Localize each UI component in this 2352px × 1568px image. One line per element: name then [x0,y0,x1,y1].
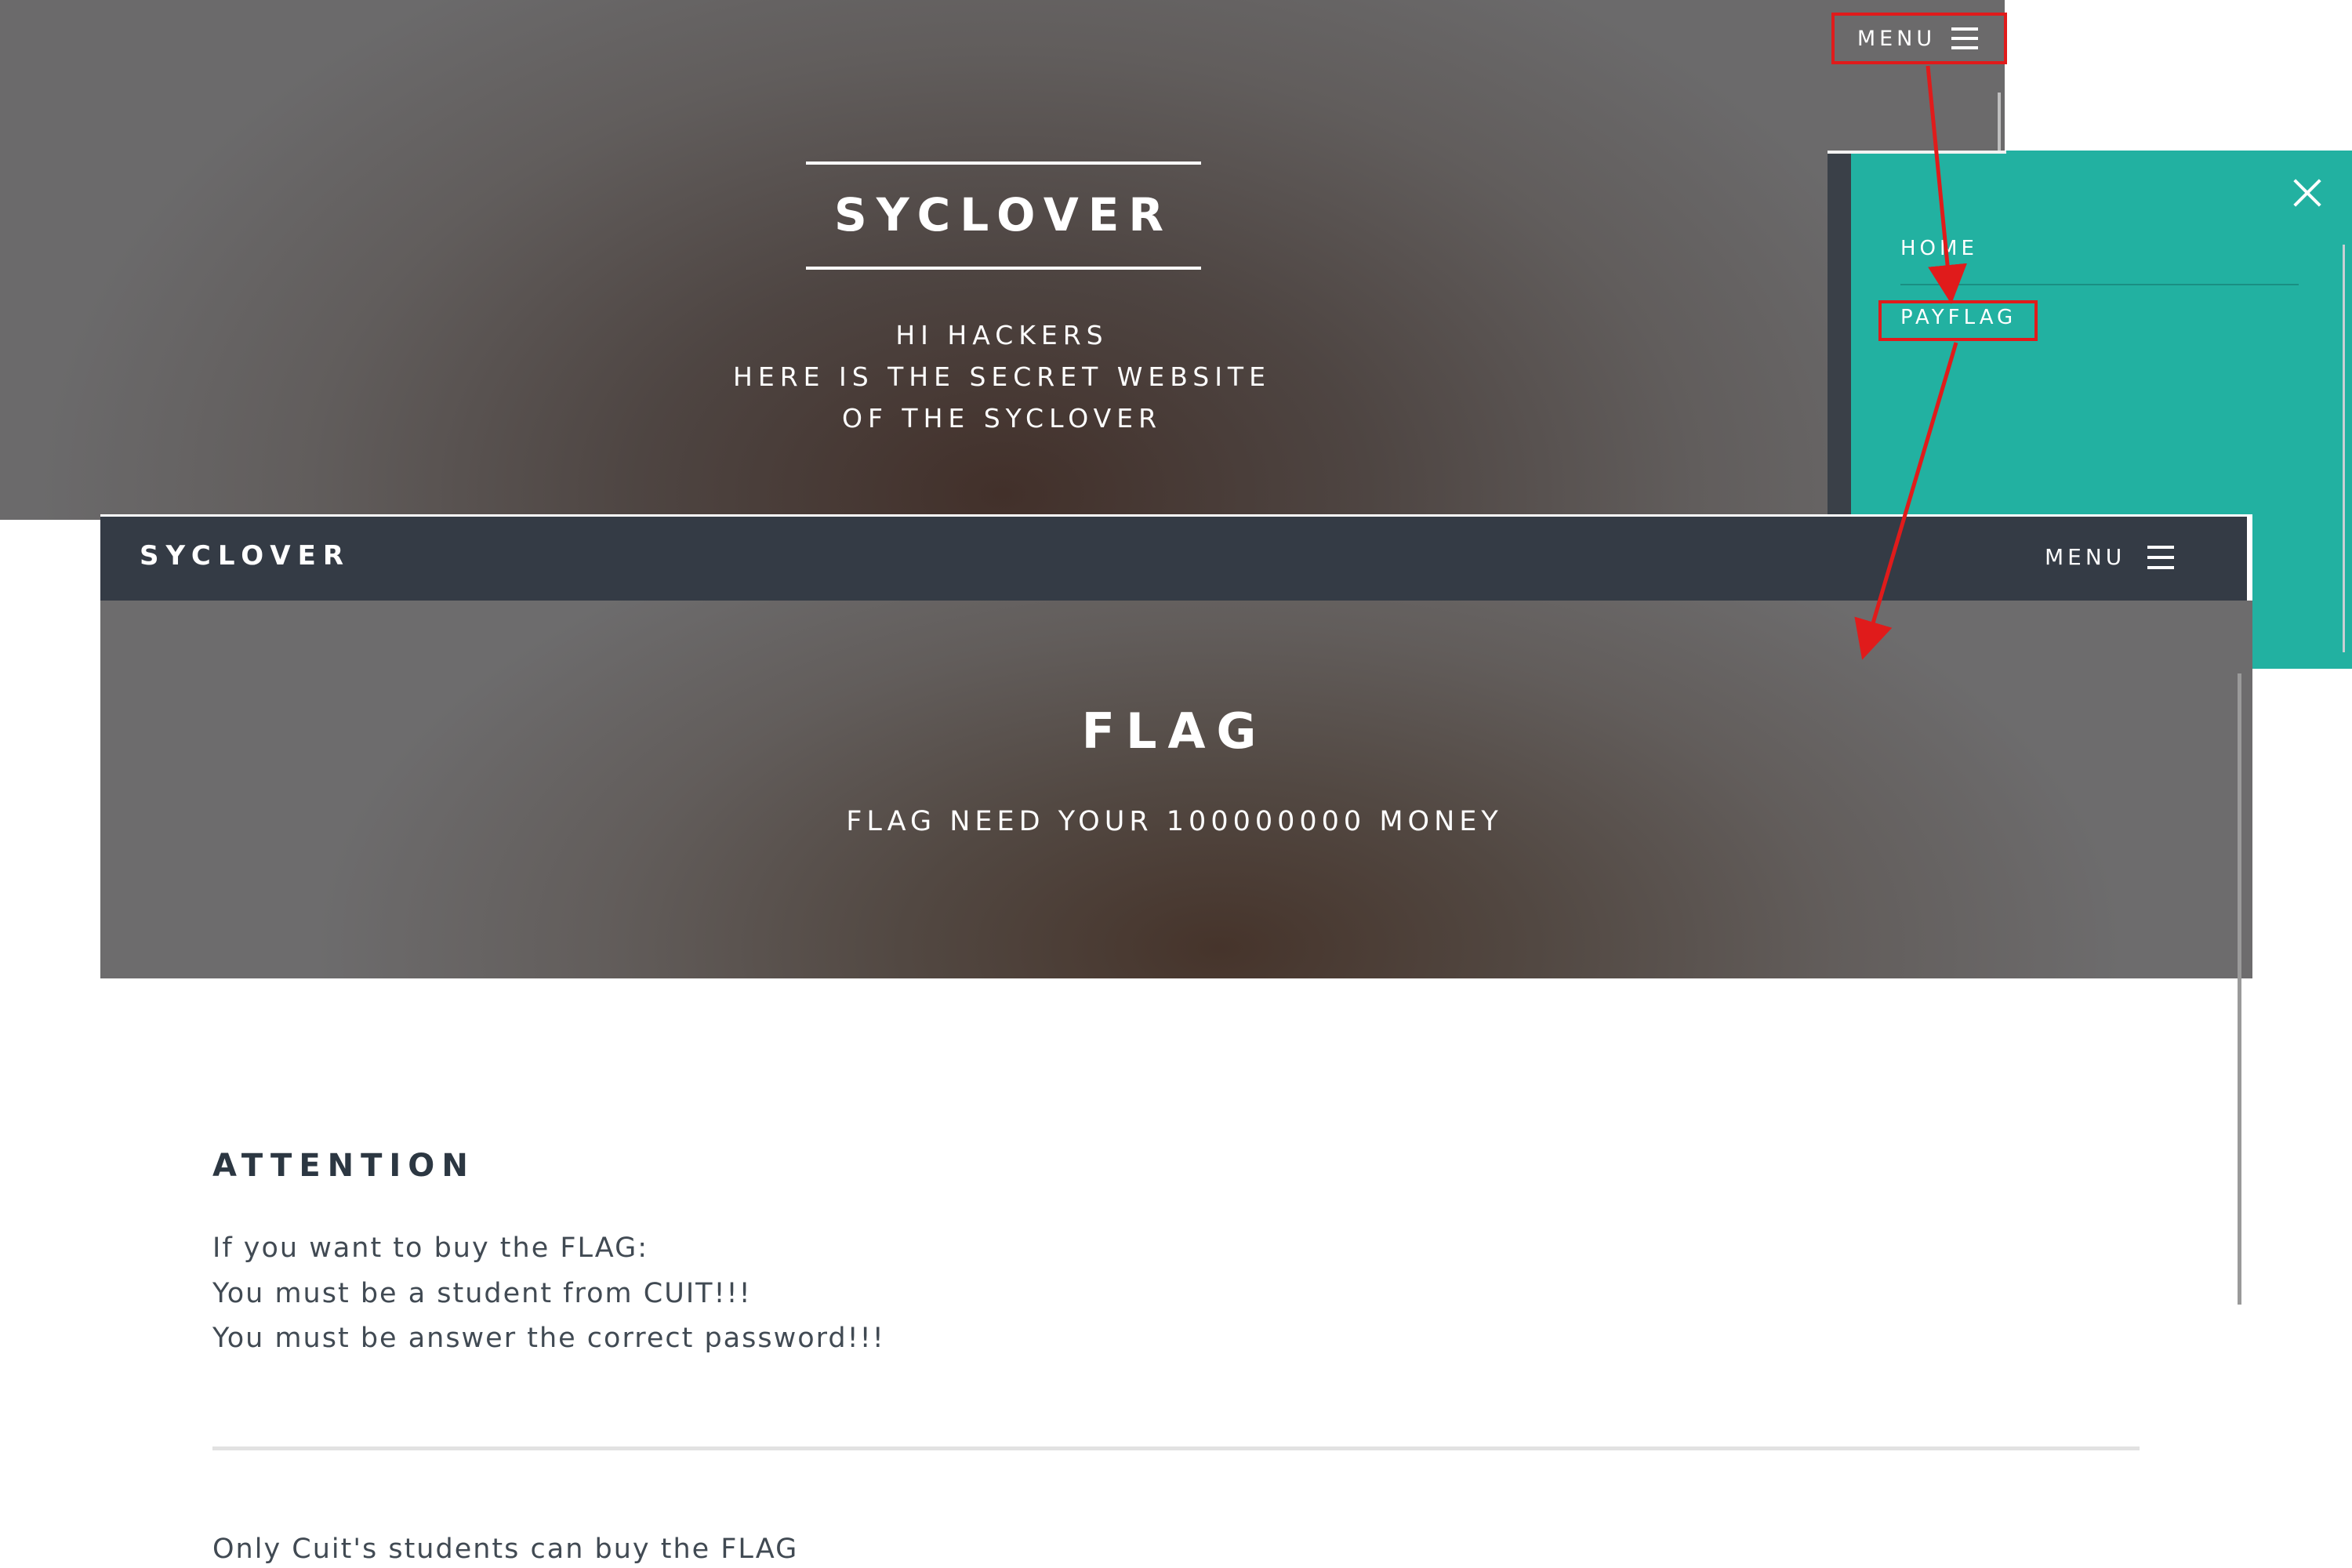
brand-logo-text[interactable]: SYCLOVER [140,540,350,572]
content-divider [212,1446,2140,1450]
landing-hero: SYCLOVER HI HACKERS HERE IS THE SECRET W… [0,0,2005,520]
navbar: SYCLOVER MENU [100,517,2247,601]
menu-divider [1900,284,2299,285]
hero-subtitle-line-2: HERE IS THE SECRET WEBSITE [733,361,1271,392]
page-subtitle: FLAG NEED YOUR 100000000 MONEY [846,806,1503,837]
page-banner: FLAG FLAG NEED YOUR 100000000 MONEY [100,601,2252,978]
hamburger-icon [2147,545,2175,569]
page-title: FLAG [1081,702,1268,760]
menu-button[interactable]: MENU [2045,544,2175,570]
panel-top-edge [1828,151,2006,154]
footer-text: Only Cuit's students can buy the FLAG [212,1534,799,1565]
title-bottom-rule [806,267,1201,270]
hero-subtitle-line-3: OF THE SYCLOVER [841,403,1163,434]
title-top-rule [806,162,1201,165]
menu-label: MENU [2045,544,2126,570]
highlight-payflag-item [1878,300,2038,341]
side-menu-item-home[interactable]: HOME [1900,237,1978,260]
close-icon[interactable] [2292,178,2322,208]
site-title: SYCLOVER [833,188,1174,241]
hero-subtitle-line-1: HI HACKERS [895,320,1109,350]
attention-line-1: If you want to buy the FLAG: [212,1232,649,1264]
payflag-page: SYCLOVER MENU FLAG FLAG NEED YOUR 100000… [100,514,2252,1568]
attention-heading: ATTENTION [212,1148,475,1184]
highlight-menu-button [1831,13,2007,64]
scrollbar[interactable] [2343,245,2345,652]
scrollbar[interactable] [2238,673,2241,1305]
scrollbar[interactable] [1998,93,2001,151]
attention-line-3: You must be answer the correct password!… [212,1323,885,1354]
attention-line-2: You must be a student from CUIT!!! [212,1278,752,1309]
